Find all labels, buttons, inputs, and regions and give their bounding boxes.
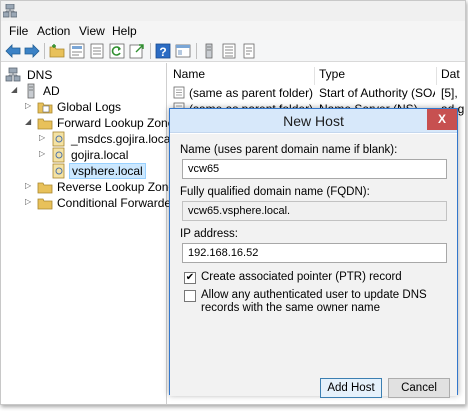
name-input[interactable]: vcw65	[182, 159, 447, 179]
collapse-arrow-icon[interactable]: ◢	[11, 85, 21, 94]
cancel-button[interactable]: Cancel	[388, 378, 450, 398]
title-bar	[1, 1, 465, 21]
tree-label-zone: _msdcs.gojira.local	[71, 132, 174, 146]
dns-manager-window: File Action View Help ? DNS ◢ AD ▷ Globa…	[0, 0, 466, 405]
folder-icon[interactable]	[48, 42, 66, 60]
back-arrow-icon[interactable]	[4, 42, 22, 60]
console-icon[interactable]	[174, 42, 192, 60]
tree-node-dns[interactable]: DNS	[5, 67, 65, 83]
expand-arrow-icon[interactable]: ▷	[39, 133, 49, 142]
properties-icon[interactable]	[68, 42, 86, 60]
document-icon[interactable]	[240, 42, 258, 60]
dialog-title: New Host	[283, 113, 344, 129]
refresh-icon[interactable]	[108, 42, 126, 60]
record-icon	[173, 86, 185, 99]
expand-arrow-icon[interactable]: ▷	[39, 149, 49, 158]
menu-help[interactable]: Help	[112, 24, 137, 38]
toolbar-separator	[196, 43, 197, 59]
console-tree: DNS ◢ AD ▷ Global Logs ◢ Forward Lookup …	[1, 63, 181, 404]
toolbar-separator	[44, 43, 45, 59]
menu-view[interactable]: View	[79, 24, 105, 38]
help-icon[interactable]: ?	[154, 42, 172, 60]
zone-icon	[52, 147, 65, 163]
cell-type: Start of Authority (SOA)	[319, 86, 435, 100]
name-label: Name (uses parent domain name if blank):	[180, 144, 398, 156]
folder-icon	[37, 118, 53, 130]
column-header-name[interactable]: Name	[169, 67, 315, 85]
list-icon[interactable]	[220, 42, 238, 60]
export-list-icon[interactable]	[88, 42, 106, 60]
tree-node-ad[interactable]: ◢ AD	[11, 83, 71, 99]
expand-arrow-icon[interactable]: ▷	[25, 181, 35, 190]
forward-arrow-icon[interactable]	[23, 42, 41, 60]
tree-node-zone[interactable]: ▷ gojira.local	[39, 147, 167, 163]
ip-address-input[interactable]: 192.168.16.52	[182, 243, 447, 263]
dialog-body: Name (uses parent domain name if blank):…	[170, 134, 457, 398]
add-host-button[interactable]: Add Host	[320, 378, 382, 398]
tree-label-zone: vsphere.local	[69, 163, 146, 179]
tree-label-dns: DNS	[27, 68, 53, 82]
menu-file[interactable]: File	[9, 24, 28, 38]
ptr-checkbox-label: Create associated pointer (PTR) record	[201, 271, 402, 283]
column-header-data[interactable]: Dat	[437, 67, 465, 85]
folder-icon	[37, 102, 53, 114]
tree-node-forward-lookup-zones[interactable]: ◢ Forward Lookup Zones	[25, 115, 180, 131]
tree-label-ad: AD	[43, 84, 60, 98]
collapse-arrow-icon[interactable]: ◢	[25, 117, 35, 126]
dialog-title-bar: New Host X	[170, 109, 457, 133]
dns-icon	[5, 67, 21, 82]
toolbar: ?	[1, 40, 465, 62]
tree-label-zone: gojira.local	[71, 148, 129, 162]
tree-label-conditional-forwarders: Conditional Forwarders	[57, 196, 182, 210]
table-row[interactable]: (same as parent folder) Start of Authori…	[169, 85, 465, 101]
tree-node-global-logs[interactable]: ▷ Global Logs	[25, 99, 145, 115]
tree-node-zone-selected[interactable]: vsphere.local	[39, 163, 167, 179]
new-host-dialog: New Host X Name (uses parent domain name…	[169, 108, 458, 398]
server-icon[interactable]	[200, 42, 218, 60]
expand-arrow-icon[interactable]: ▷	[25, 101, 35, 110]
fqdn-field: vcw65.vsphere.local.	[182, 201, 447, 221]
expand-arrow-icon[interactable]: ▷	[25, 197, 35, 206]
tree-label-global-logs: Global Logs	[57, 100, 122, 114]
ip-address-label: IP address:	[180, 228, 238, 240]
column-header-type[interactable]: Type	[315, 67, 437, 85]
cell-name: (same as parent folder)	[189, 86, 313, 100]
ptr-checkbox[interactable]: ✔	[184, 272, 196, 284]
menu-bar: File Action View Help	[1, 21, 465, 40]
tree-node-conditional-forwarders[interactable]: ▷ Conditional Forwarders	[25, 195, 181, 211]
zone-icon	[52, 131, 65, 147]
cell-data: [5],	[441, 86, 458, 100]
toolbar-separator	[150, 43, 151, 59]
fqdn-label: Fully qualified domain name (FQDN):	[180, 186, 370, 198]
folder-icon	[37, 198, 53, 210]
folder-icon	[37, 182, 53, 194]
zone-icon	[52, 163, 65, 179]
allow-update-checkbox[interactable]	[184, 290, 196, 302]
allow-update-checkbox-label: Allow any authenticated user to update D…	[201, 289, 427, 314]
dns-app-icon	[3, 4, 17, 18]
tree-label-reverse-lookup-zones: Reverse Lookup Zones	[57, 180, 182, 194]
tree-node-zone[interactable]: ▷ _msdcs.gojira.local	[39, 131, 173, 147]
server-icon	[27, 83, 35, 99]
menu-action[interactable]: Action	[37, 24, 70, 38]
svg-text:?: ?	[159, 45, 166, 59]
close-button[interactable]: X	[427, 109, 457, 130]
tree-label-forward-lookup-zones: Forward Lookup Zones	[57, 116, 181, 130]
export-icon[interactable]	[128, 42, 146, 60]
tree-node-reverse-lookup-zones[interactable]: ▷ Reverse Lookup Zones	[25, 179, 181, 195]
